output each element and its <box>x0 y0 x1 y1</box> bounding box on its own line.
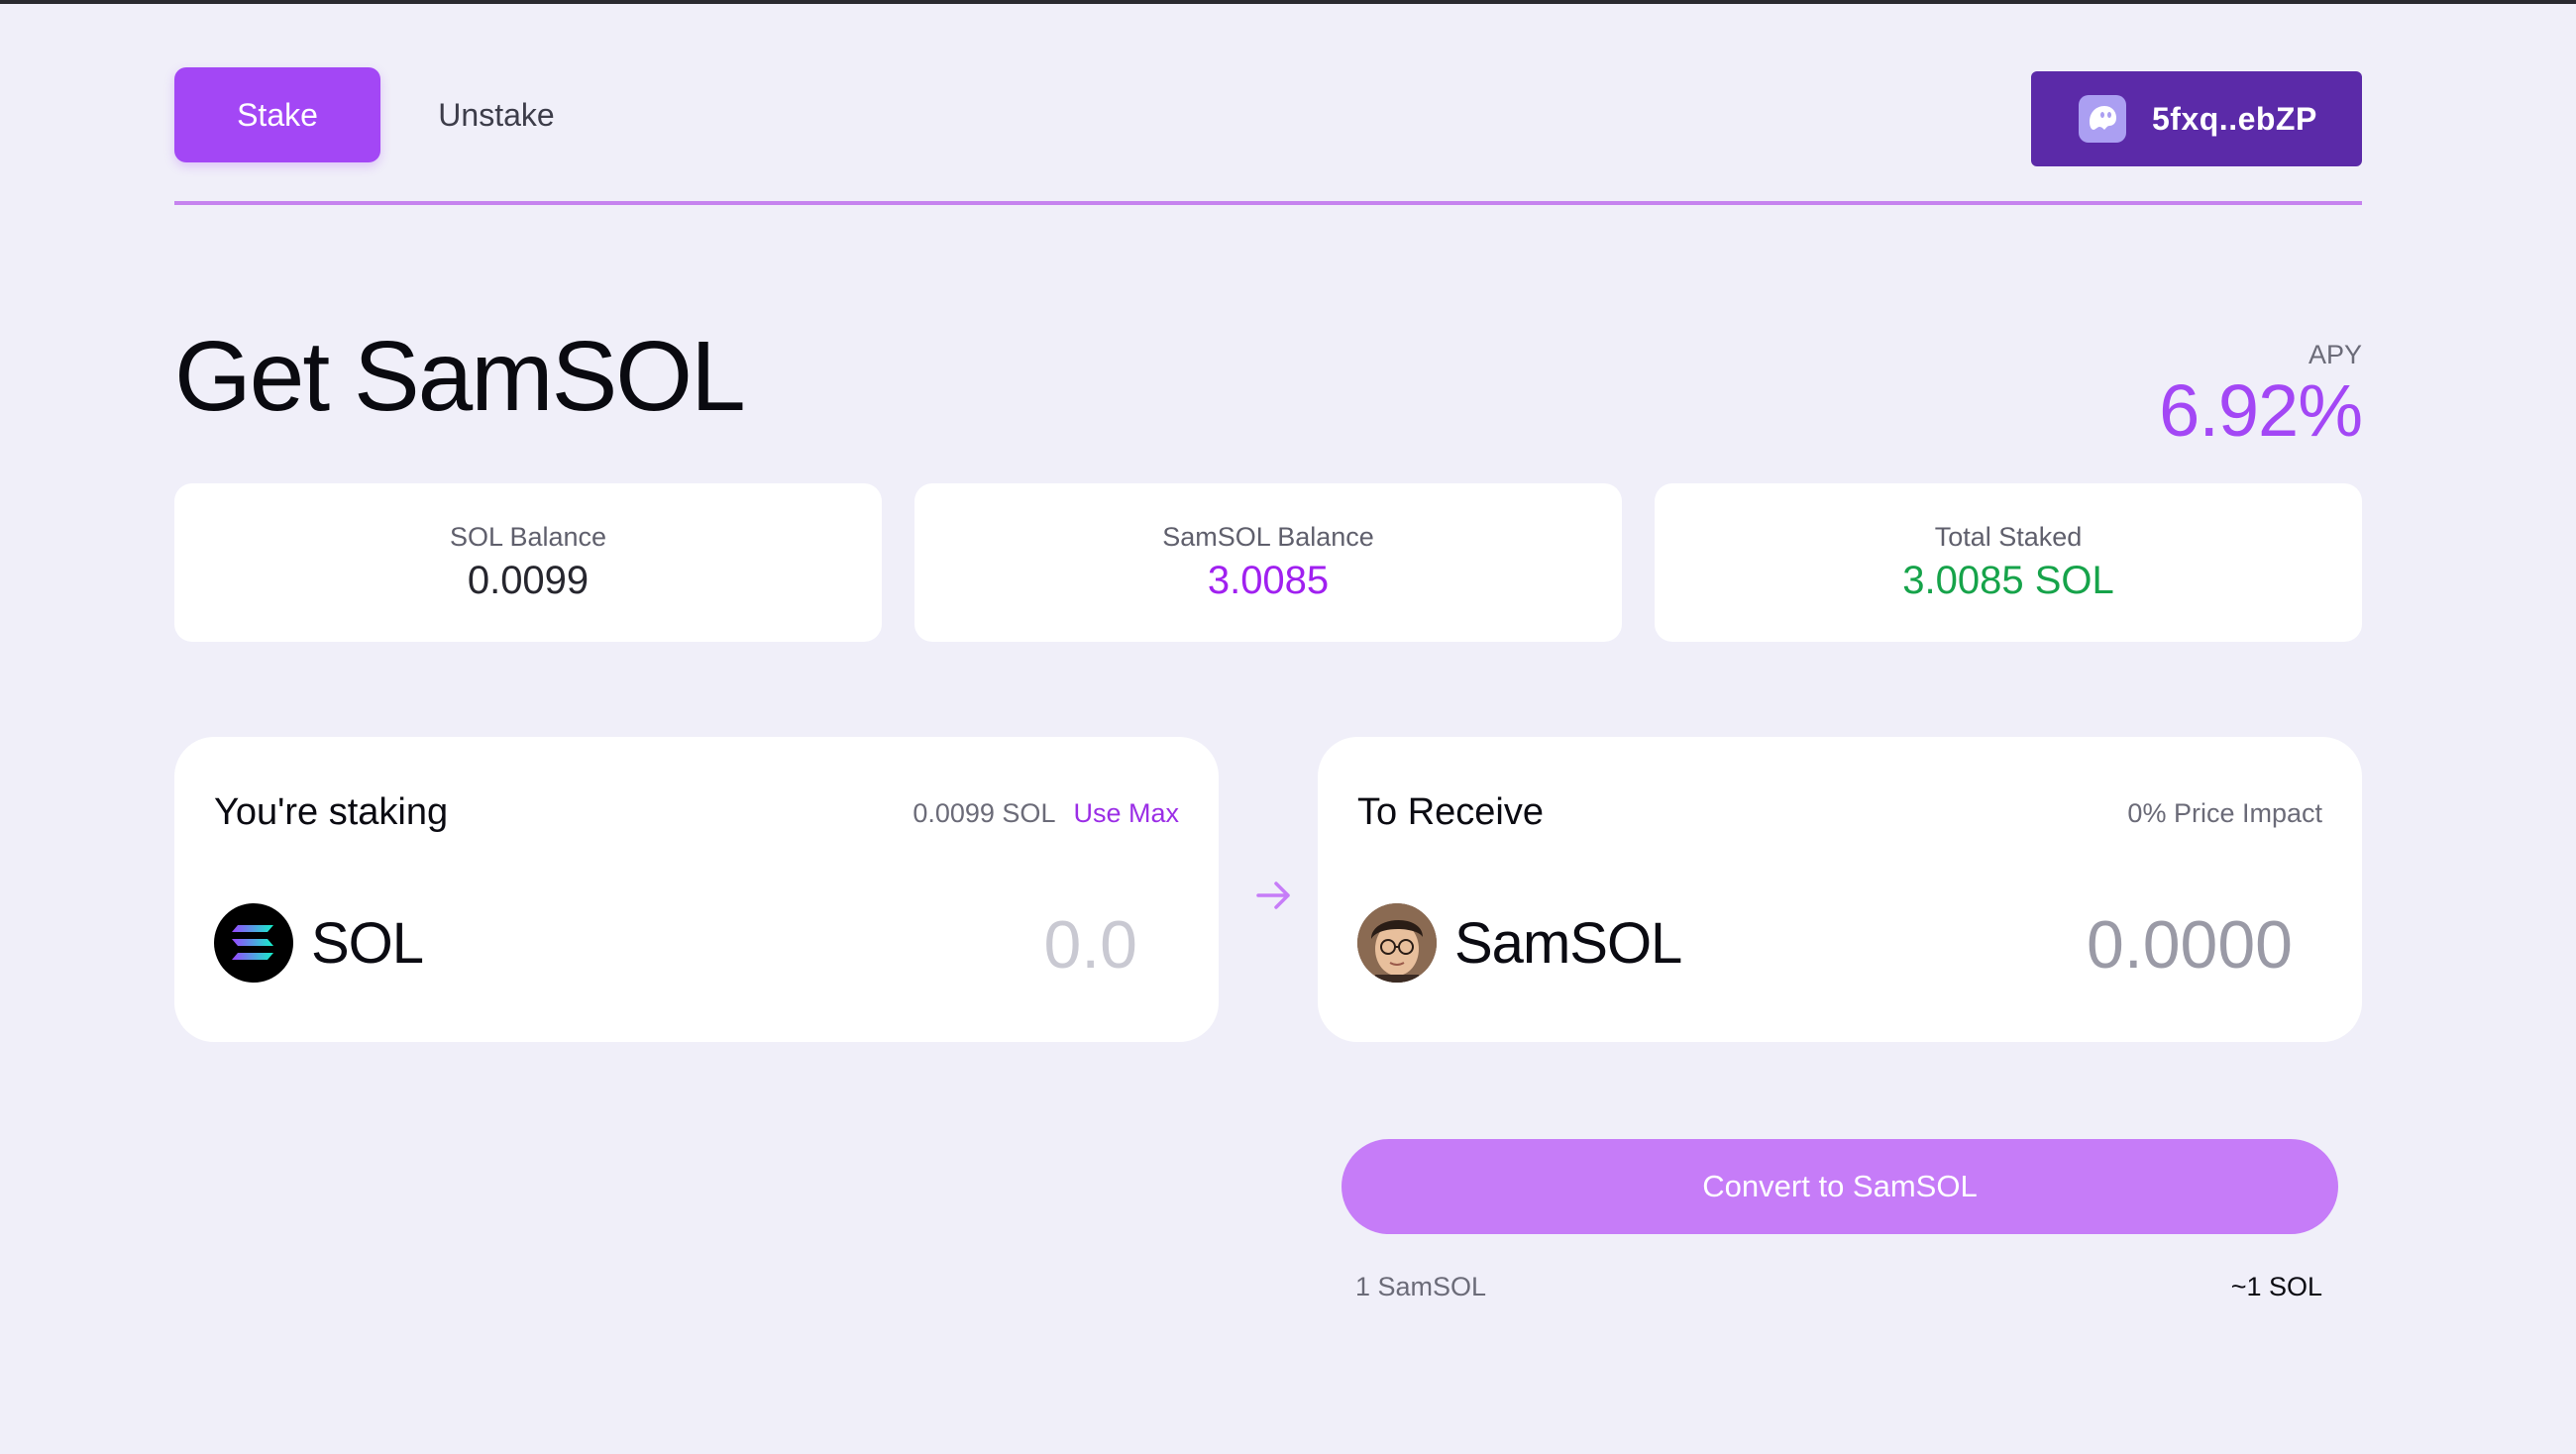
receive-token-name: SamSOL <box>1454 910 1682 976</box>
apy-value: 6.92% <box>2159 369 2363 452</box>
stake-token: SOL <box>214 903 424 983</box>
receive-card: To Receive 0% Price Impact SamSOL 0.0000 <box>1318 737 2362 1042</box>
header-divider <box>174 201 2362 205</box>
stat-card-sol-balance: SOL Balance 0.0099 <box>174 483 882 642</box>
stat-label: SOL Balance <box>449 522 607 552</box>
stat-value: 3.0085 SOL <box>1902 559 2114 602</box>
page-title: Get SamSOL <box>174 321 746 432</box>
stat-card-total-staked: Total Staked 3.0085 SOL <box>1655 483 2362 642</box>
price-impact: 0% Price Impact <box>2127 798 2322 828</box>
rate-right: ~1 SOL <box>2230 1272 2322 1301</box>
stake-amount-input[interactable] <box>781 907 1137 983</box>
stake-balance: 0.0099 SOL <box>912 798 1056 828</box>
stake-card: You're staking 0.0099 SOL Use Max SOL 0.… <box>174 737 1219 1042</box>
stat-card-samsol-balance: SamSOL Balance 3.0085 <box>914 483 1622 642</box>
rate-left: 1 SamSOL <box>1355 1272 1487 1301</box>
arrow-right-icon <box>1256 882 1290 909</box>
tab-unstake[interactable]: Unstake <box>412 67 581 162</box>
stat-label: SamSOL Balance <box>1162 522 1374 552</box>
use-max-link[interactable]: Use Max <box>1073 798 1179 829</box>
stake-card-heading: You're staking <box>214 791 449 833</box>
samsol-avatar-icon <box>1357 903 1437 983</box>
wallet-button[interactable]: 5fxq..ebZP <box>2031 71 2362 166</box>
tab-stake[interactable]: Stake <box>174 67 380 162</box>
stat-value: 3.0085 <box>1207 559 1330 602</box>
staking-app: Stake Unstake 5fxq..ebZP Get SamSOL APY … <box>174 0 2363 1454</box>
apy-label: APY <box>2308 340 2362 369</box>
stat-label: Total Staked <box>1934 522 2083 552</box>
stake-token-name: SOL <box>311 910 424 976</box>
stat-value: 0.0099 <box>467 559 590 602</box>
receive-amount: 0.0000 <box>2087 907 2293 983</box>
phantom-ghost-icon <box>2079 95 2126 143</box>
wallet-address: 5fxq..ebZP <box>2152 100 2317 137</box>
receive-card-heading: To Receive <box>1357 791 1544 833</box>
receive-token: SamSOL <box>1357 903 1682 983</box>
convert-button[interactable]: Convert to SamSOL <box>1342 1139 2338 1234</box>
stake-balance-row: 0.0099 SOL Use Max <box>912 798 1179 829</box>
solana-logo-icon <box>214 903 293 983</box>
